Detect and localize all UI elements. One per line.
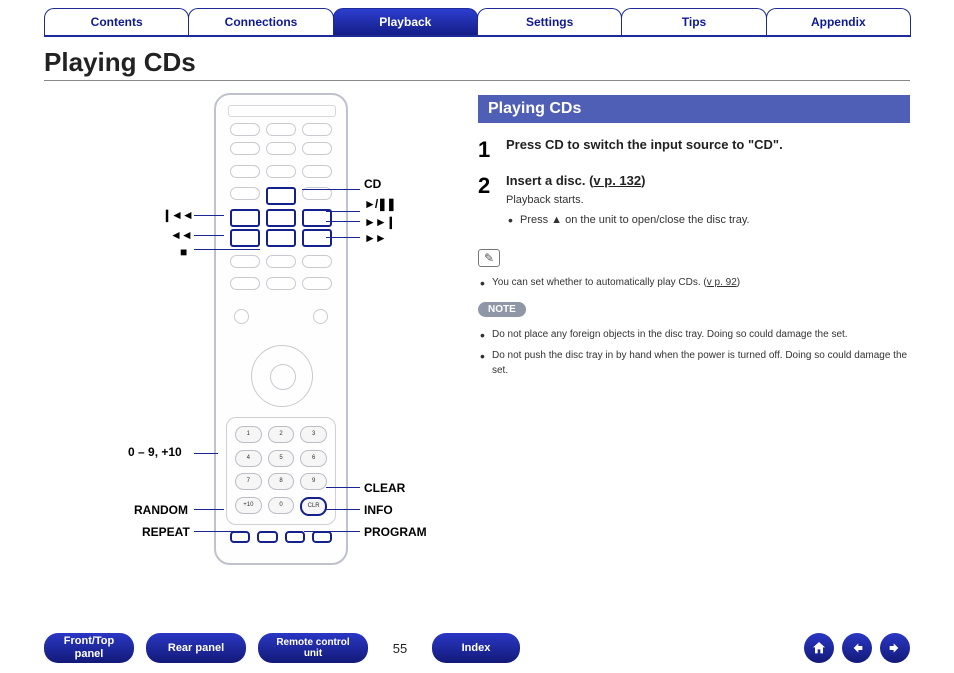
remote-program-button bbox=[285, 531, 305, 543]
step-2-sub: Playback starts. bbox=[506, 194, 910, 206]
tab-tips[interactable]: Tips bbox=[621, 8, 766, 37]
tab-appendix[interactable]: Appendix bbox=[766, 8, 911, 37]
remote-keypad: 123 456 789 +100CLR bbox=[226, 417, 336, 525]
step-1-text: Press CD to switch the input source to "… bbox=[506, 137, 910, 152]
note-label: NOTE bbox=[478, 302, 526, 317]
footer-remote-control-unit-button[interactable]: Remote control unit bbox=[258, 633, 368, 663]
instruction-column: Playing CDs 1 Press CD to switch the inp… bbox=[454, 89, 910, 589]
nav-next-button[interactable] bbox=[880, 633, 910, 663]
remote-info-button bbox=[312, 531, 332, 543]
nav-home-button[interactable] bbox=[804, 633, 834, 663]
label-clear: CLEAR bbox=[364, 481, 405, 495]
label-program: PROGRAM bbox=[364, 525, 427, 539]
note-item-2: Do not push the disc tray in by hand whe… bbox=[478, 348, 910, 378]
remote-stop-button bbox=[266, 229, 296, 247]
remote-nav-wheel bbox=[251, 345, 313, 407]
label-ffwd: ►► bbox=[364, 231, 386, 245]
label-repeat: REPEAT bbox=[142, 525, 190, 539]
remote-outline: 123 456 789 +100CLR bbox=[214, 93, 348, 565]
link-p132[interactable]: v p. 132 bbox=[593, 173, 641, 188]
footer-bar: Front/Top panel Rear panel Remote contro… bbox=[0, 633, 954, 663]
step-1: 1 Press CD to switch the input source to… bbox=[478, 137, 910, 163]
remote-cd-button bbox=[266, 187, 296, 205]
remote-prev-button bbox=[230, 209, 260, 227]
step-1-number: 1 bbox=[478, 137, 506, 163]
label-stop: ■ bbox=[180, 245, 187, 259]
top-tab-bar: Contents Connections Playback Settings T… bbox=[0, 0, 954, 41]
label-play-pause: ►/❚❚ bbox=[364, 197, 395, 211]
tab-settings[interactable]: Settings bbox=[477, 8, 622, 37]
step-2-number: 2 bbox=[478, 173, 506, 229]
arrow-left-icon bbox=[849, 640, 865, 656]
title-rule bbox=[44, 80, 910, 81]
arrow-right-icon bbox=[887, 640, 903, 656]
label-info: INFO bbox=[364, 503, 393, 517]
tip-icon: ✎ bbox=[478, 249, 500, 267]
remote-bottom-row bbox=[230, 531, 332, 543]
tab-contents[interactable]: Contents bbox=[44, 8, 189, 37]
home-icon bbox=[811, 640, 827, 656]
label-next: ►►❙ bbox=[364, 215, 395, 229]
remote-ffwd-button bbox=[302, 229, 332, 247]
note-item-1: Do not place any foreign objects in the … bbox=[478, 327, 910, 342]
link-p92[interactable]: v p. 92 bbox=[707, 277, 737, 288]
remote-rewind-button bbox=[230, 229, 260, 247]
footer-front-top-panel-button[interactable]: Front/Top panel bbox=[44, 633, 134, 663]
auto-play-note: You can set whether to automatically pla… bbox=[478, 275, 910, 290]
footer-index-button[interactable]: Index bbox=[432, 633, 520, 663]
step-2-text: Insert a disc. (v p. 132) bbox=[506, 173, 910, 188]
section-subheading: Playing CDs bbox=[478, 95, 910, 123]
nav-prev-button[interactable] bbox=[842, 633, 872, 663]
page-title: Playing CDs bbox=[44, 47, 910, 78]
tab-playback[interactable]: Playback bbox=[333, 8, 478, 37]
remote-play-pause-button bbox=[266, 209, 296, 227]
remote-repeat-button bbox=[257, 531, 277, 543]
remote-illustration-panel: 123 456 789 +100CLR CD ►/❚❚ ►►❙ ►► ❙◄◄ ◄… bbox=[44, 89, 454, 589]
label-random: RANDOM bbox=[134, 503, 188, 517]
label-cd: CD bbox=[364, 177, 381, 191]
step-2: 2 Insert a disc. (v p. 132) Playback sta… bbox=[478, 173, 910, 229]
footer-rear-panel-button[interactable]: Rear panel bbox=[146, 633, 246, 663]
label-numpad: 0 – 9, +10 bbox=[128, 445, 182, 459]
remote-random-button bbox=[230, 531, 250, 543]
tab-connections[interactable]: Connections bbox=[188, 8, 333, 37]
page-number: 55 bbox=[380, 641, 420, 656]
main-content: 123 456 789 +100CLR CD ►/❚❚ ►►❙ ►► ❙◄◄ ◄… bbox=[0, 89, 954, 589]
label-prev: ❙◄◄ bbox=[162, 208, 193, 222]
step-2-bullet: Press ▲ on the unit to open/close the di… bbox=[506, 212, 910, 229]
label-rew: ◄◄ bbox=[170, 228, 192, 242]
